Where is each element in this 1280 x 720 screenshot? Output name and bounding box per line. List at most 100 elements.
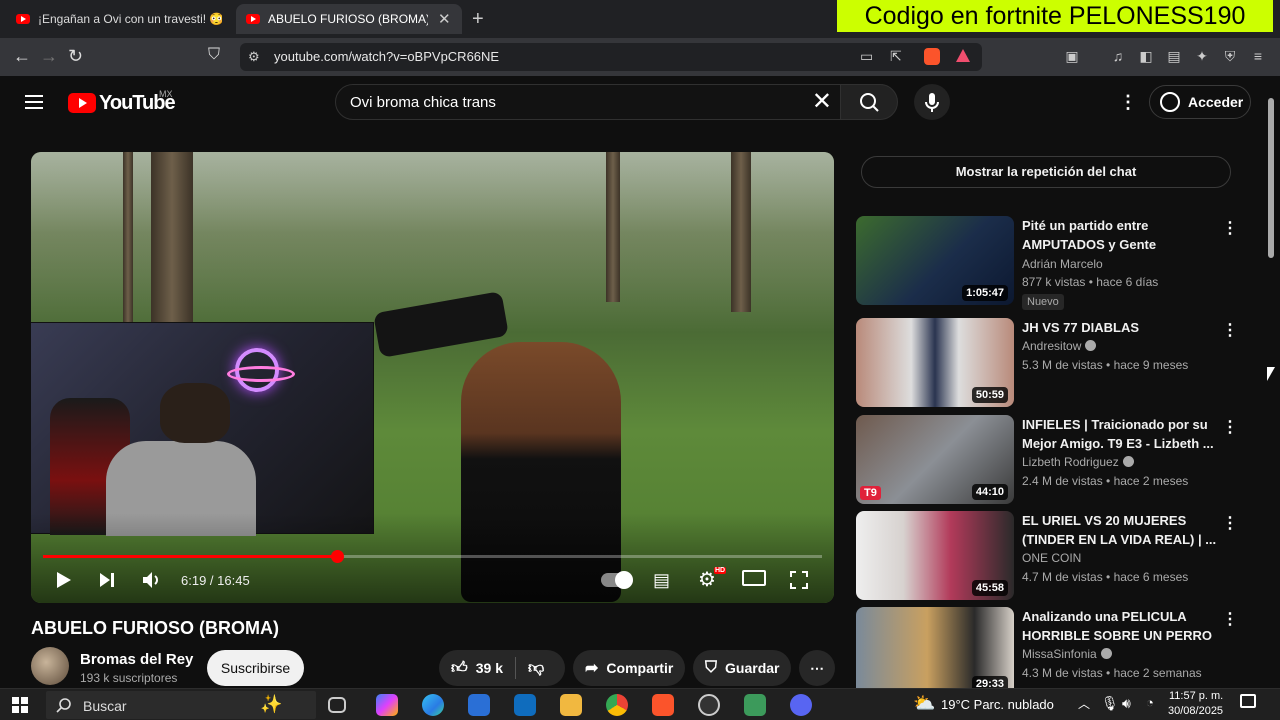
more-vertical-icon[interactable]: ⋮ <box>1222 218 1238 238</box>
task-view-icon[interactable] <box>328 697 346 713</box>
autoplay-toggle[interactable] <box>601 571 633 589</box>
recommendation-channel[interactable]: ONE COIN <box>1022 551 1081 565</box>
notifications-icon[interactable] <box>1240 694 1256 708</box>
youtube-favicon-icon <box>16 14 30 24</box>
video-thumbnail[interactable]: T9 44:10 <box>856 415 1014 504</box>
site-settings-icon[interactable]: ⚙ <box>248 49 260 65</box>
like-count[interactable]: 39 k <box>476 660 503 676</box>
leo-ai-icon[interactable]: ✦ <box>1194 48 1210 64</box>
signin-button[interactable]: Acceder <box>1149 85 1251 119</box>
weather-text[interactable]: 19°C Parc. nublado <box>941 697 1054 712</box>
recommendation-item[interactable]: T9 44:10 INFIELES | Traicionado por su M… <box>856 415 1246 507</box>
more-vertical-icon[interactable]: ⋮ <box>1222 609 1238 629</box>
recommendation-item[interactable]: 50:59 JH VS 77 DIABLAS Andresitow 5.3 M … <box>856 318 1246 410</box>
theater-mode-icon[interactable] <box>742 570 766 586</box>
recommendation-channel[interactable]: MissaSinfonia <box>1022 647 1112 661</box>
clear-search-icon[interactable]: ✕ <box>812 88 832 116</box>
brave-shields-icon[interactable] <box>924 48 940 65</box>
more-actions-button[interactable]: ⋯ <box>799 650 835 686</box>
video-player[interactable]: 6:19 / 16:45 ▤ ⚙ HD <box>31 152 834 603</box>
more-options-icon[interactable]: ⋮ <box>1119 92 1137 113</box>
network-icon[interactable]: ◔ <box>1146 695 1154 710</box>
menu-icon[interactable]: ≡ <box>1250 48 1266 64</box>
edge-browser-icon[interactable] <box>422 694 444 716</box>
video-thumbnail[interactable]: 29:33 <box>856 607 1014 696</box>
file-explorer-icon[interactable] <box>560 694 582 716</box>
progress-bar[interactable] <box>43 550 822 563</box>
recommendation-item[interactable]: 1:05:47 Pité un partido entre AMPUTADOS … <box>856 216 1246 310</box>
page-scrollbar[interactable] <box>1266 90 1276 685</box>
recommendation-title[interactable]: Pité un partido entre AMPUTADOS y Gente … <box>1022 216 1218 254</box>
wallet-icon[interactable]: ▤ <box>1166 48 1182 64</box>
video-thumbnail[interactable]: 50:59 <box>856 318 1014 407</box>
windows-start-icon[interactable] <box>12 697 28 713</box>
forward-arrow-icon[interactable]: → <box>40 46 58 67</box>
cast-icon[interactable]: ▭ <box>860 48 873 65</box>
microphone-icon[interactable]: 🎙︎ <box>1101 695 1119 712</box>
weather-icon[interactable]: ⛅ <box>913 693 935 714</box>
bookmark-icon[interactable]: ⛉ <box>208 46 220 64</box>
new-tab-button[interactable]: + <box>472 8 484 31</box>
close-tab-icon[interactable]: ✕ <box>438 10 451 28</box>
scroll-thumb[interactable] <box>1268 98 1274 258</box>
recommendation-channel[interactable]: Adrián Marcelo <box>1022 257 1103 271</box>
recommendation-title[interactable]: JH VS 77 DIABLAS <box>1022 318 1218 337</box>
browser-tab-active[interactable]: ABUELO FURIOSO (BROMA) - Yo ✕ <box>236 4 462 34</box>
copilot-app-icon[interactable] <box>376 694 398 716</box>
subtitles-icon[interactable]: ▤ <box>653 570 670 591</box>
progress-scrubber[interactable] <box>330 550 344 563</box>
search-input[interactable]: Ovi broma chica trans ✕ <box>335 84 841 120</box>
app-icon[interactable] <box>744 694 766 716</box>
obs-app-icon[interactable] <box>698 694 720 716</box>
chat-replay-button[interactable]: Mostrar la repetición del chat <box>861 156 1231 188</box>
like-icon[interactable]: 👍︎ <box>451 659 468 678</box>
clock-date[interactable]: 30/08/2025 <box>1168 705 1223 717</box>
video-thumbnail[interactable]: 45:58 <box>856 511 1014 600</box>
clock-time[interactable]: 11:57 p. m. <box>1169 690 1223 702</box>
recommendation-title[interactable]: INFIELES | Traicionado por su Mejor Amig… <box>1022 415 1218 453</box>
more-vertical-icon[interactable]: ⋮ <box>1222 320 1238 340</box>
subscriber-count: 193 k suscriptores <box>80 671 178 685</box>
vpn-icon[interactable]: ⛨ <box>1222 48 1238 64</box>
play-icon[interactable] <box>53 570 73 590</box>
recommendation-channel[interactable]: Andresitow <box>1022 339 1097 353</box>
more-vertical-icon[interactable]: ⋮ <box>1222 417 1238 437</box>
volume-icon[interactable] <box>141 570 163 590</box>
more-vertical-icon[interactable]: ⋮ <box>1222 513 1238 533</box>
media-icon[interactable]: ♫ <box>1110 48 1126 64</box>
search-button[interactable] <box>840 84 898 120</box>
hamburger-menu-icon[interactable] <box>25 91 43 113</box>
recommendation-channel[interactable]: Lizbeth Rodriguez <box>1022 455 1134 469</box>
show-hidden-icons-chevron-icon[interactable]: ︿ <box>1078 695 1090 712</box>
reading-list-icon[interactable]: ◧ <box>1138 48 1154 64</box>
taskbar-search-box[interactable]: Buscar ✨ <box>46 691 316 719</box>
recommendation-item[interactable]: 45:58 EL URIEL VS 20 MUJERES (TINDER EN … <box>856 511 1246 603</box>
recommendation-item[interactable]: 29:33 Analizando una PELICULA HORRIBLE S… <box>856 607 1246 699</box>
back-arrow-icon[interactable]: ← <box>13 46 31 67</box>
address-bar[interactable]: ⚙ youtube.com/watch?v=oBPVpCR66NE ▭ ⇱ <box>240 43 982 71</box>
outlook-app-icon[interactable] <box>514 694 536 716</box>
subscribe-button[interactable]: Suscribirse <box>207 650 304 686</box>
store-app-icon[interactable] <box>468 694 490 716</box>
recommendation-title[interactable]: Analizando una PELICULA HORRIBLE SOBRE U… <box>1022 607 1218 645</box>
discord-app-icon[interactable] <box>790 694 812 716</box>
reload-icon[interactable]: ↻ <box>68 46 83 67</box>
channel-name[interactable]: Bromas del Rey <box>80 651 193 668</box>
fullscreen-icon[interactable] <box>789 570 809 590</box>
voice-search-button[interactable] <box>914 84 950 120</box>
sidebar-toggle-icon[interactable]: ▣ <box>1064 48 1080 64</box>
volume-icon[interactable]: 🔊︎ <box>1122 695 1131 712</box>
browser-tab[interactable]: ¡Engañan a Ovi con un travesti! 😳 | L <box>6 4 232 34</box>
channel-avatar[interactable] <box>31 647 69 685</box>
share-button[interactable]: ➦ Compartir <box>573 650 685 686</box>
youtube-logo-icon[interactable] <box>68 93 96 113</box>
dislike-icon[interactable]: 👎︎ <box>528 659 544 678</box>
share-icon[interactable]: ⇱ <box>890 48 902 65</box>
recommendation-title[interactable]: EL URIEL VS 20 MUJERES (TINDER EN LA VID… <box>1022 511 1218 549</box>
chrome-browser-icon[interactable] <box>606 694 628 716</box>
brave-browser-icon[interactable] <box>652 694 674 716</box>
video-thumbnail[interactable]: 1:05:47 <box>856 216 1014 305</box>
save-button[interactable]: ⛉ Guardar <box>693 650 791 686</box>
next-icon[interactable] <box>97 570 117 590</box>
brave-rewards-icon[interactable] <box>956 49 970 62</box>
